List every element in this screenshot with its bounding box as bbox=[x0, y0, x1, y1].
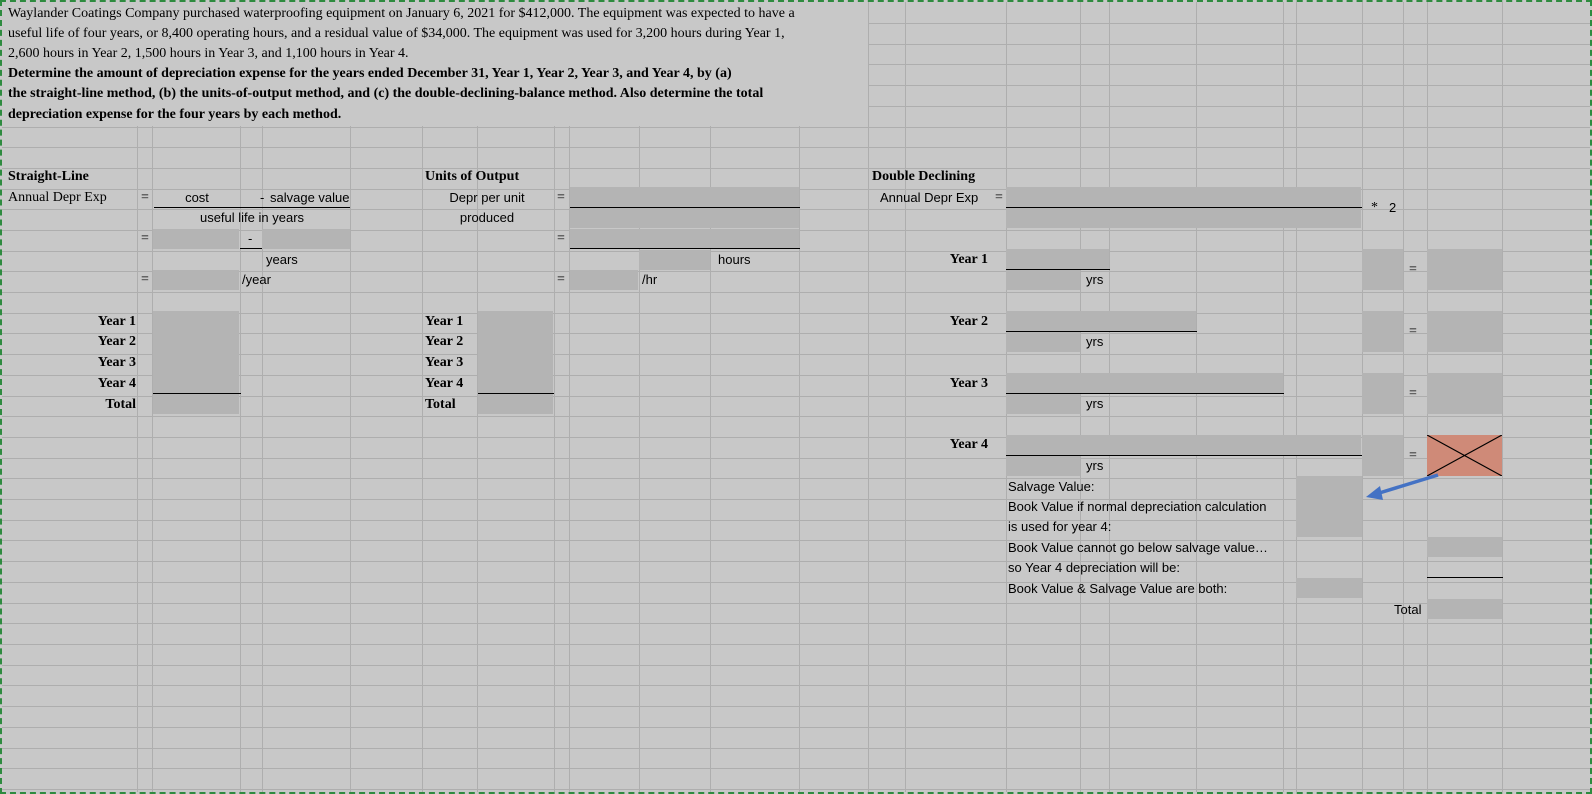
dd-y2-equals: = bbox=[1409, 324, 1417, 339]
sl-per-year-label: /year bbox=[242, 272, 271, 287]
dd-both-value-input[interactable] bbox=[1296, 578, 1362, 598]
dd-y3-numerator-input[interactable] bbox=[1006, 373, 1283, 393]
dd-total-label: Total bbox=[1394, 602, 1422, 617]
sl-years-label: years bbox=[266, 252, 298, 267]
dd-cannot-go-below-label: Book Value cannot go below salvage value… bbox=[1008, 540, 1268, 555]
dd-y3-result-input[interactable] bbox=[1427, 373, 1502, 414]
dd-y3-factor-input[interactable] bbox=[1362, 373, 1403, 414]
dd-y4-numerator-input[interactable] bbox=[1006, 435, 1361, 455]
dd-multiply: * bbox=[1371, 200, 1378, 215]
units-output-title: Units of Output bbox=[425, 169, 520, 184]
dd-salvage-bookvalue-input[interactable] bbox=[1296, 476, 1362, 537]
dd-y1-years-input[interactable] bbox=[1006, 270, 1080, 290]
instruction-line-2: the straight-line method, (b) the units-… bbox=[8, 86, 764, 101]
straight-line-title: Straight-Line bbox=[8, 169, 89, 184]
uo-hours-label: hours bbox=[718, 252, 751, 267]
uo-equals-2: = bbox=[557, 231, 565, 246]
sl-equals-3: = bbox=[141, 272, 149, 287]
uo-numerator-input[interactable] bbox=[570, 187, 799, 207]
sl-total-label: Total bbox=[105, 397, 136, 412]
dd-y4-adjusted-input[interactable] bbox=[1427, 537, 1502, 557]
dd-year-4-label: Year 4 bbox=[949, 437, 988, 452]
sl-minus: - bbox=[260, 190, 265, 205]
sl-year-3-label: Year 3 bbox=[97, 355, 136, 370]
sl-useful-life-label: useful life in years bbox=[199, 210, 305, 225]
dd-y2-factor-input[interactable] bbox=[1362, 311, 1403, 352]
uo-hours-input[interactable] bbox=[639, 250, 710, 270]
uo-year-values-input[interactable] bbox=[478, 311, 553, 393]
uo-denominator-input[interactable] bbox=[570, 208, 799, 228]
dd-y1-yrs-label: yrs bbox=[1086, 272, 1104, 287]
sl-cost-input[interactable] bbox=[153, 229, 239, 249]
dd-numerator-input[interactable] bbox=[1006, 187, 1361, 207]
dd-y1-result-input[interactable] bbox=[1427, 249, 1502, 290]
sl-salvage-label: salvage value bbox=[270, 190, 350, 205]
dd-y2-numerator-input[interactable] bbox=[1006, 311, 1196, 331]
uo-depr-label-2: produced bbox=[459, 210, 515, 225]
uo-total-input[interactable] bbox=[478, 394, 553, 414]
sl-salvage-input[interactable] bbox=[262, 229, 350, 249]
uo-year-3-label: Year 3 bbox=[425, 355, 464, 370]
uo-year-1-label: Year 1 bbox=[425, 314, 464, 329]
dd-both-label: Book Value & Salvage Value are both: bbox=[1008, 581, 1228, 596]
double-declining-title: Double Declining bbox=[872, 169, 976, 184]
problem-line-2: useful life of four years, or 8,400 oper… bbox=[8, 26, 785, 41]
dd-annual-label: Annual Depr Exp bbox=[880, 190, 979, 205]
uo-numerator-value-input[interactable] bbox=[570, 229, 799, 249]
dd-book-value-label-2: is used for year 4: bbox=[1008, 519, 1112, 534]
sl-year-values-input[interactable] bbox=[153, 311, 239, 393]
dd-so-year-4-label: so Year 4 depreciation will be: bbox=[1008, 560, 1181, 575]
dd-equals: = bbox=[995, 190, 1003, 205]
sl-annual-result-input[interactable] bbox=[153, 270, 239, 290]
dd-factor-two: 2 bbox=[1389, 200, 1397, 215]
dd-year-2-label: Year 2 bbox=[949, 314, 988, 329]
dd-book-value-label-1: Book Value if normal depreciation calcul… bbox=[1008, 499, 1267, 514]
dd-salvage-label: Salvage Value: bbox=[1008, 479, 1095, 494]
problem-line-1: Waylander Coatings Company purchased wat… bbox=[8, 6, 795, 21]
uo-depr-label-1: Depr per unit bbox=[449, 190, 525, 205]
sl-year-1-label: Year 1 bbox=[97, 314, 136, 329]
spreadsheet: Waylander Coatings Company purchased wat… bbox=[0, 0, 1592, 794]
sl-year-4-label: Year 4 bbox=[97, 376, 136, 391]
dd-y1-equals: = bbox=[1409, 262, 1417, 277]
sl-underline bbox=[240, 248, 262, 249]
sl-equals-2: = bbox=[141, 231, 149, 246]
dd-y3-years-input[interactable] bbox=[1006, 394, 1080, 414]
instruction-line-1: Determine the amount of depreciation exp… bbox=[8, 66, 732, 81]
sl-year-2-label: Year 2 bbox=[97, 334, 136, 349]
uo-rate-input[interactable] bbox=[570, 270, 638, 290]
sl-equals: = bbox=[141, 190, 149, 205]
dd-y3-equals: = bbox=[1409, 386, 1417, 401]
sl-cost-label: cost bbox=[185, 190, 209, 205]
arrow-icon bbox=[1366, 473, 1439, 500]
uo-year-4-label: Year 4 bbox=[425, 376, 464, 391]
uo-equals: = bbox=[557, 190, 565, 205]
dd-y2-years-input[interactable] bbox=[1006, 332, 1080, 352]
instruction-line-3: depreciation expense for the four years … bbox=[8, 107, 342, 122]
dd-y1-factor-input[interactable] bbox=[1362, 249, 1403, 290]
uo-total-label: Total bbox=[425, 397, 456, 412]
dd-total-underline bbox=[1427, 577, 1503, 578]
dd-y4-years-input[interactable] bbox=[1006, 456, 1080, 476]
dd-y3-yrs-label: yrs bbox=[1086, 396, 1104, 411]
sl-annual-label: Annual Depr Exp bbox=[8, 190, 107, 205]
dd-y1-numerator-input[interactable] bbox=[1006, 249, 1109, 269]
dd-y2-yrs-label: yrs bbox=[1086, 334, 1104, 349]
dd-year-1-label: Year 1 bbox=[949, 252, 988, 267]
problem-line-3: 2,600 hours in Year 2, 1,500 hours in Ye… bbox=[8, 46, 409, 61]
uo-underline bbox=[570, 248, 800, 249]
uo-per-hr-label: /hr bbox=[642, 272, 658, 287]
dd-year-3-label: Year 3 bbox=[949, 376, 988, 391]
uo-year-2-label: Year 2 bbox=[425, 334, 464, 349]
dd-y4-yrs-label: yrs bbox=[1086, 458, 1104, 473]
dd-y4-equals: = bbox=[1409, 448, 1417, 463]
sl-minus-2: - bbox=[248, 231, 253, 246]
dd-denominator-input[interactable] bbox=[1006, 208, 1361, 228]
sl-total-input[interactable] bbox=[153, 394, 239, 414]
dd-total-input[interactable] bbox=[1427, 599, 1502, 619]
uo-equals-3: = bbox=[557, 272, 565, 287]
dd-y2-result-input[interactable] bbox=[1427, 311, 1502, 352]
